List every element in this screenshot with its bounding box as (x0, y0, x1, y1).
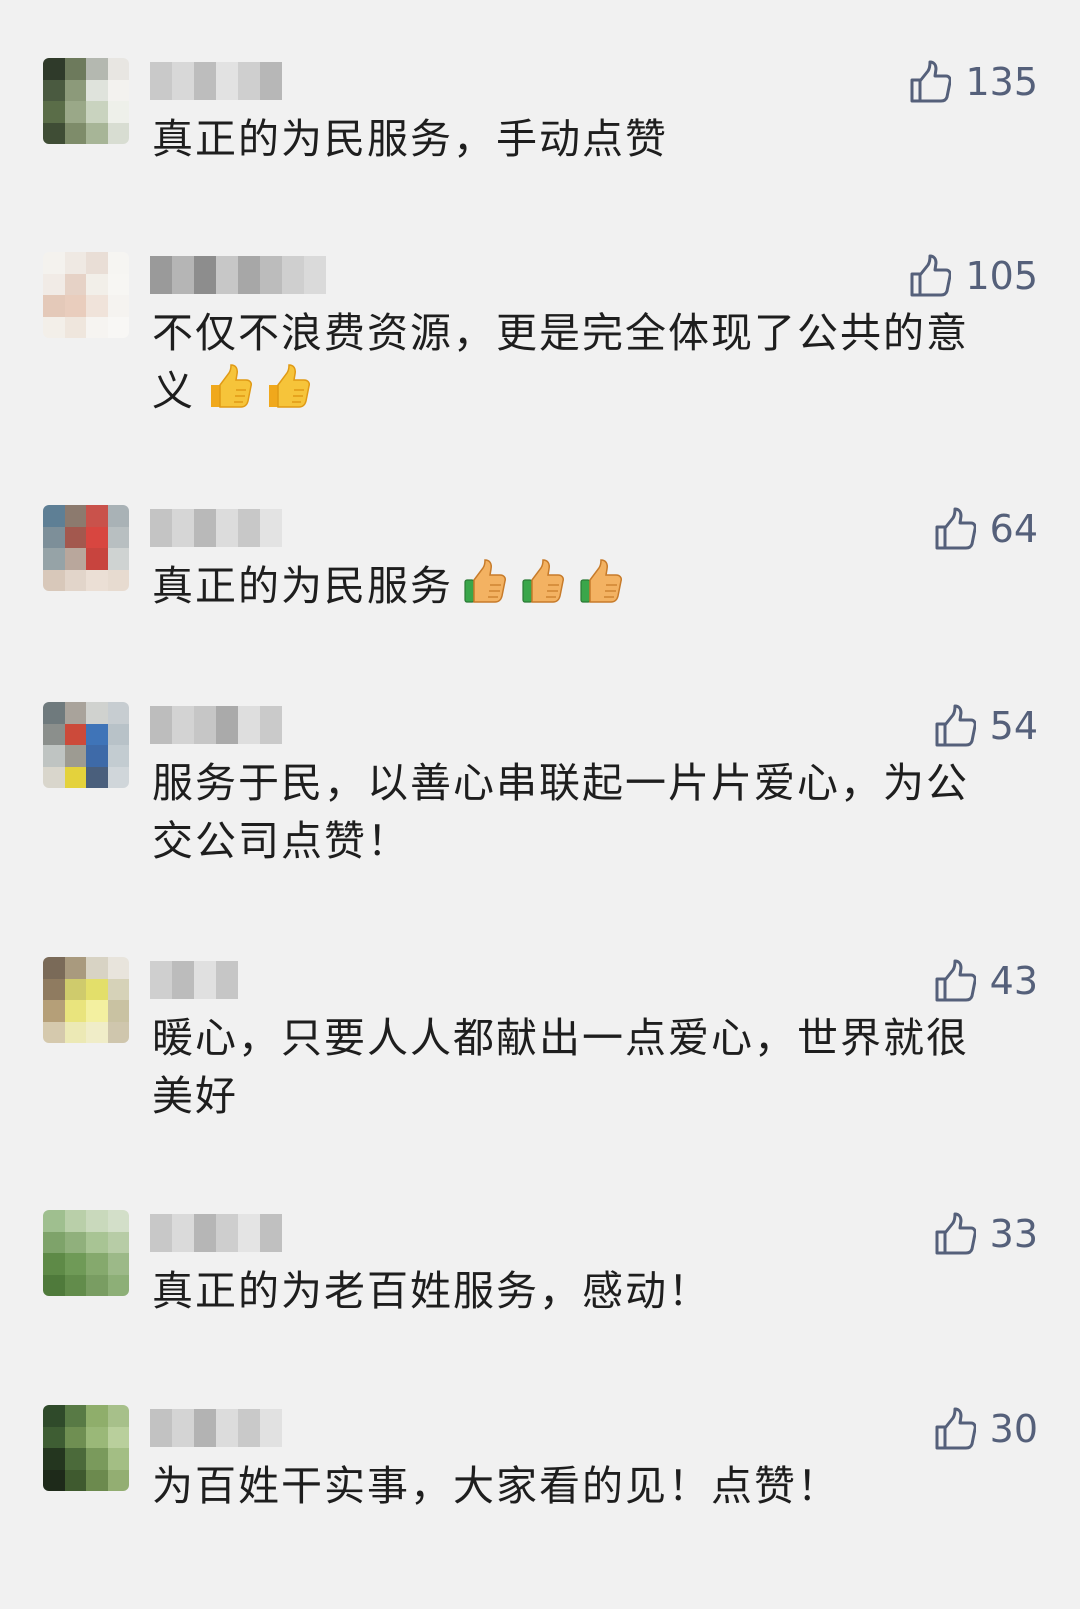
username-blurred[interactable] (150, 961, 238, 999)
like-button[interactable]: 30 (934, 1405, 1038, 1453)
thumbs-up-icon (934, 959, 976, 1003)
comment-text: 不仅不浪费资源，更是完全体现了公共的意义 (152, 304, 1002, 420)
thumbs-up-icon (909, 254, 951, 298)
like-button[interactable]: 54 (934, 702, 1038, 750)
user-avatar[interactable] (43, 1210, 129, 1296)
username-blurred[interactable] (150, 256, 326, 294)
like-count: 30 (989, 1407, 1038, 1451)
user-avatar[interactable] (43, 702, 129, 788)
like-button[interactable]: 64 (934, 505, 1038, 553)
user-avatar[interactable] (43, 1405, 129, 1491)
comment-text: 真正的为民服务，手动点赞 (152, 110, 1002, 168)
thumbs-up-icon (934, 507, 976, 551)
like-count: 105 (965, 254, 1038, 298)
comment-text: 暖心，只要人人都献出一点爱心，世界就很美好 (152, 1009, 1002, 1125)
user-avatar[interactable] (43, 505, 129, 591)
like-button[interactable]: 135 (909, 58, 1038, 106)
username-blurred[interactable] (150, 62, 282, 100)
like-count: 33 (989, 1212, 1038, 1256)
comment-text: 为百姓干实事，大家看的见！点赞！ (152, 1457, 1002, 1515)
username-blurred[interactable] (150, 1214, 282, 1252)
comment-text-body: 暖心，只要人人都献出一点爱心，世界就很美好 (152, 1014, 969, 1120)
thumbs-up-icon (934, 1407, 976, 1451)
thumbs-up-emoji-icon (261, 363, 311, 413)
thumbs-up-emoji-icon (519, 558, 569, 608)
thumbs-up-emoji-icon (461, 558, 511, 608)
like-button[interactable]: 33 (934, 1210, 1038, 1258)
comment-text: 真正的为民服务 (152, 557, 1002, 615)
comment-text-body: 为百姓干实事，大家看的见！点赞！ (152, 1462, 840, 1510)
username-blurred[interactable] (150, 706, 282, 744)
comment-text: 真正的为老百姓服务，感动！ (152, 1262, 1002, 1320)
username-blurred[interactable] (150, 1409, 282, 1447)
comment-text-body: 真正的为老百姓服务，感动！ (152, 1267, 711, 1315)
thumbs-up-emoji-icon (577, 558, 627, 608)
comment-text: 服务于民，以善心串联起一片片爱心，为公交公司点赞！ (152, 754, 1002, 870)
username-blurred[interactable] (150, 509, 282, 547)
thumbs-up-icon (934, 1212, 976, 1256)
like-count: 135 (965, 60, 1038, 104)
comment-text-body: 真正的为民服务 (152, 562, 453, 610)
comment-text-body: 真正的为民服务，手动点赞 (152, 115, 668, 163)
user-avatar[interactable] (43, 58, 129, 144)
thumbs-up-icon (909, 60, 951, 104)
like-count: 54 (989, 704, 1038, 748)
thumbs-up-icon (934, 704, 976, 748)
comment-text-body: 服务于民，以善心串联起一片片爱心，为公交公司点赞！ (152, 759, 969, 865)
like-button[interactable]: 43 (934, 957, 1038, 1005)
like-count: 43 (989, 959, 1038, 1003)
thumbs-up-emoji-icon (203, 363, 253, 413)
user-avatar[interactable] (43, 252, 129, 338)
like-button[interactable]: 105 (909, 252, 1038, 300)
user-avatar[interactable] (43, 957, 129, 1043)
like-count: 64 (989, 507, 1038, 551)
